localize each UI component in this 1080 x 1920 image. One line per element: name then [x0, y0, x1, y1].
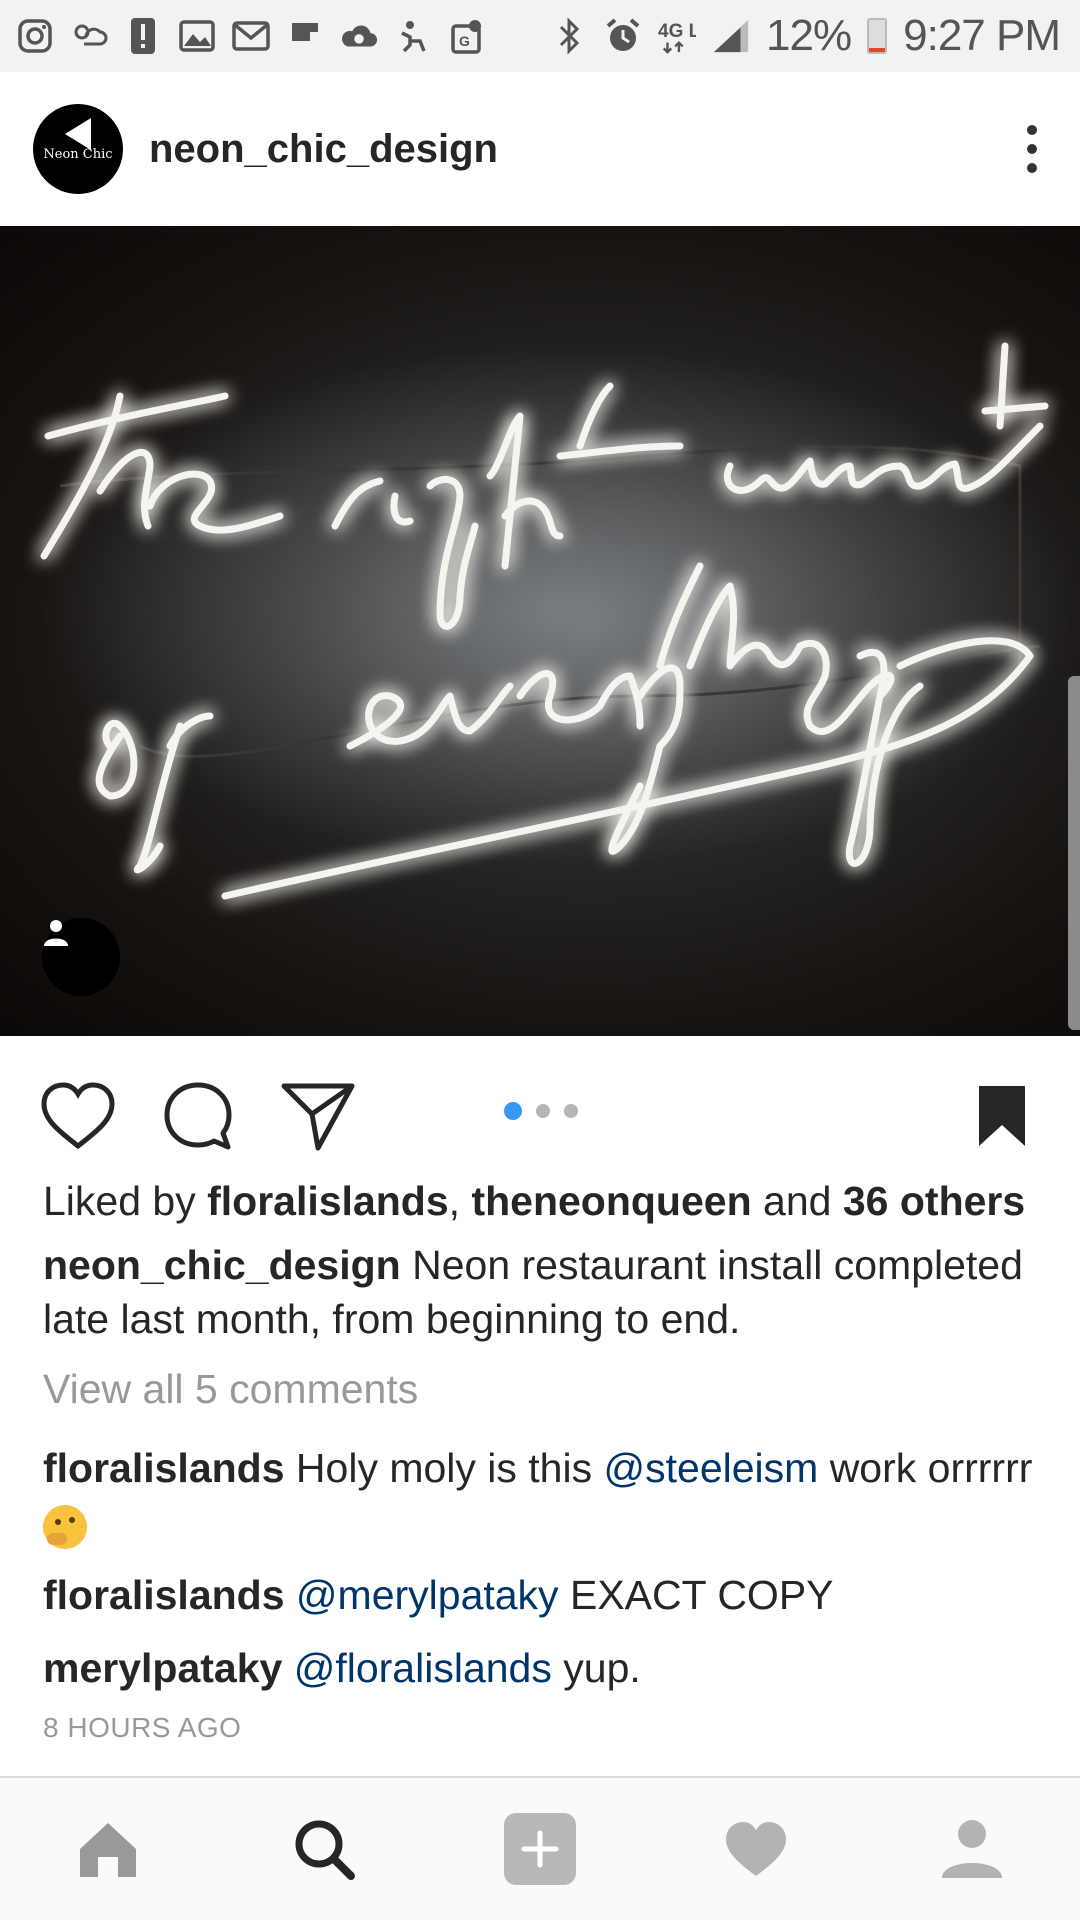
comment-mention[interactable]: @merylpataky — [296, 1572, 559, 1618]
nav-search-button[interactable] — [276, 1801, 372, 1897]
flipboard-icon — [286, 17, 324, 55]
comment-username[interactable]: floralislands — [43, 1572, 285, 1618]
view-all-comments-link[interactable]: View all 5 comments — [43, 1366, 418, 1413]
alert-icon — [124, 17, 162, 55]
person-icon — [44, 920, 68, 946]
share-button[interactable] — [278, 1076, 358, 1156]
carousel-dot — [504, 1102, 522, 1120]
post-header: Neon Chic neon_chic_design — [0, 72, 1080, 226]
carousel-indicator — [504, 1102, 578, 1120]
comment-mention[interactable]: @steeleism — [604, 1445, 819, 1491]
svg-text:G: G — [459, 33, 470, 49]
cloud-icon — [340, 17, 378, 55]
nav-add-button[interactable] — [492, 1801, 588, 1897]
clock: 9:27 PM — [903, 11, 1061, 60]
likes-and: and — [763, 1178, 832, 1224]
instagram-icon — [16, 17, 54, 55]
play-icon — [65, 118, 91, 150]
nav-home-button[interactable] — [60, 1801, 156, 1897]
comment-text: yup. — [563, 1645, 641, 1691]
comment-text: work orrrrrr — [829, 1445, 1033, 1491]
comment-icon — [164, 1082, 232, 1150]
accessibility-icon — [394, 17, 432, 55]
post-caption: neon_chic_design Neon restaurant install… — [43, 1238, 1043, 1346]
caption-username[interactable]: neon_chic_design — [43, 1242, 401, 1288]
add-icon — [504, 1813, 576, 1885]
bookmark-icon — [979, 1086, 1025, 1146]
carousel-dot — [536, 1104, 550, 1118]
bluetooth-icon — [550, 17, 588, 55]
profile-icon — [942, 1820, 1002, 1878]
comment-row: floralislands @merylpataky EXACT COPY — [43, 1567, 1053, 1623]
comment-row: floralislands Holy moly is this @steelei… — [43, 1440, 1053, 1552]
maps-icon: G — [448, 17, 486, 55]
likes-prefix: Liked by — [43, 1178, 196, 1224]
bottom-nav — [0, 1776, 1080, 1920]
comment-username[interactable]: merylpataky — [43, 1645, 282, 1691]
nav-activity-button[interactable] — [708, 1801, 804, 1897]
signal-icon — [712, 17, 750, 55]
carousel-dot — [564, 1104, 578, 1118]
post-username[interactable]: neon_chic_design — [149, 127, 498, 172]
scroll-handle[interactable] — [1068, 676, 1080, 1030]
likes-summary[interactable]: Liked by floralislands, theneonqueen and… — [43, 1178, 1025, 1225]
thinking-face-emoji-icon — [43, 1505, 87, 1550]
like-button[interactable] — [38, 1076, 118, 1156]
gallery-icon — [178, 17, 216, 55]
paper-plane-icon — [281, 1083, 355, 1151]
comment-text: Holy moly is this — [295, 1445, 593, 1491]
liker-username[interactable]: floralislands — [207, 1178, 449, 1224]
search-icon — [295, 1820, 355, 1880]
comment-mention[interactable]: @floralislands — [294, 1645, 552, 1691]
battery-percent: 12% — [766, 11, 852, 60]
comment-button[interactable] — [158, 1076, 238, 1156]
heart-icon — [726, 1822, 786, 1876]
comment-text: EXACT COPY — [569, 1572, 834, 1618]
weather-icon — [70, 17, 108, 55]
heart-icon — [41, 1082, 115, 1150]
neon-sign-art — [40, 342, 1080, 900]
alarm-icon — [604, 17, 642, 55]
notification-icons: G — [16, 17, 486, 55]
more-options-icon[interactable] — [1017, 119, 1047, 179]
save-button[interactable] — [962, 1076, 1042, 1156]
system-status: 4G LTE 12% 9:27 PM — [550, 11, 1061, 61]
likes-others[interactable]: 36 others — [843, 1178, 1025, 1224]
battery-icon — [867, 18, 888, 54]
post-image[interactable] — [0, 226, 1080, 1036]
mail-icon — [232, 17, 270, 55]
avatar[interactable]: Neon Chic — [33, 104, 123, 194]
lte-icon: 4G LTE — [658, 17, 696, 55]
post-timestamp: 8 HOURS AGO — [43, 1712, 242, 1743]
svg-text:4G LTE: 4G LTE — [658, 21, 696, 42]
comment-username[interactable]: floralislands — [43, 1445, 285, 1491]
home-icon — [80, 1823, 136, 1877]
tagged-people-button[interactable] — [42, 918, 120, 996]
comment-row: merylpataky @floralislands yup. — [43, 1640, 1053, 1696]
likes-separator: , — [448, 1178, 461, 1224]
status-bar: G 4G LTE 12% 9:27 PM — [0, 0, 1080, 72]
liker-username[interactable]: theneonqueen — [471, 1178, 751, 1224]
nav-profile-button[interactable] — [924, 1801, 1020, 1897]
